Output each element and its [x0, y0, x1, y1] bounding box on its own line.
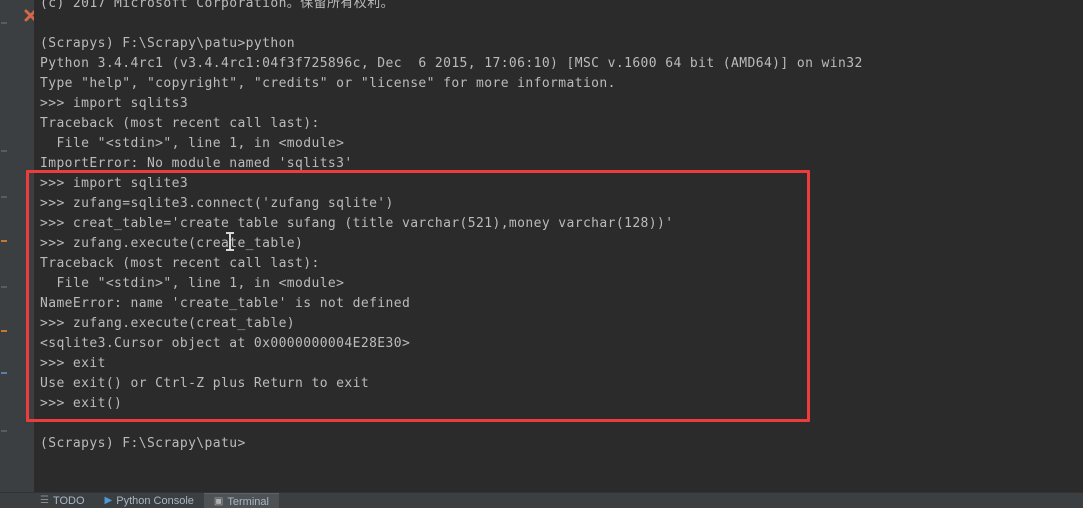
terminal-line: NameError: name 'create_table' is not de…: [40, 296, 411, 311]
terminal-line: >>> exit(): [40, 396, 123, 411]
strip-mark: [1, 196, 7, 198]
terminal-line: >>> zufang.execute(creat_table): [40, 316, 296, 331]
tab-python-console-label: Python Console: [116, 495, 194, 507]
terminal-line: (Scrapys) F:\Scrapy\patu>: [40, 436, 246, 451]
strip-mark: [1, 430, 7, 432]
run-tool-gutter: [8, 0, 36, 508]
strip-mark: [1, 330, 7, 332]
tab-python-console[interactable]: ▶ Python Console: [95, 493, 204, 508]
tab-todo[interactable]: ☰ TODO: [30, 493, 95, 508]
strip-mark: [1, 150, 7, 152]
tab-terminal-label: Terminal: [227, 495, 269, 508]
tab-todo-label: TODO: [52, 495, 85, 507]
terminal-console[interactable]: (c) 2017 Microsoft Corporation。保留所有权利。 (…: [34, 0, 1083, 492]
strip-mark: [1, 240, 7, 242]
terminal-line: >>> creat_table='create table sufang (ti…: [40, 216, 674, 231]
terminal-output: (c) 2017 Microsoft Corporation。保留所有权利。 (…: [40, 0, 863, 454]
list-icon: ☰: [40, 495, 49, 506]
terminal-line: >>> import sqlite3: [40, 176, 189, 191]
terminal-line: Python 3.4.4rc1 (v3.4.4rc1:04f3f725896c,…: [40, 56, 863, 71]
terminal-line: >>> zufang=sqlite3.connect('zufang sqlit…: [40, 196, 394, 211]
terminal-icon: ▣: [213, 495, 224, 507]
terminal-line: Type "help", "copyright", "credits" or "…: [40, 76, 616, 91]
terminal-line: File "<stdin>", line 1, in <module>: [40, 276, 345, 291]
terminal-line: >>> exit: [40, 356, 106, 371]
terminal-line: Traceback (most recent call last):: [40, 116, 320, 131]
terminal-line: Traceback (most recent call last):: [40, 256, 320, 271]
terminal-line: ImportError: No module named 'sqlits3': [40, 156, 353, 171]
terminal-line: (Scrapys) F:\Scrapy\patu>python: [40, 36, 296, 51]
terminal-line: File "<stdin>", line 1, in <module>: [40, 136, 345, 151]
pycharm-terminal-window: (c) 2017 Microsoft Corporation。保留所有权利。 (…: [0, 0, 1083, 508]
terminal-line: (c) 2017 Microsoft Corporation。保留所有权利。: [40, 0, 394, 11]
strip-mark: [1, 286, 7, 288]
terminal-line: <sqlite3.Cursor object at 0x0000000004E2…: [40, 336, 411, 351]
terminal-line: >>> import sqlits3: [40, 96, 189, 111]
terminal-line: Use exit() or Ctrl-Z plus Return to exit: [40, 376, 370, 391]
tab-terminal[interactable]: ▣ Terminal: [203, 493, 279, 508]
strip-mark: [1, 22, 7, 24]
bottom-tool-tabs: ☰ TODO ▶ Python Console ▣ Terminal: [0, 492, 1083, 508]
terminal-line: >>> zufang.execute(create_table): [40, 236, 304, 251]
play-icon: ▶: [104, 495, 113, 506]
strip-mark: [1, 372, 7, 374]
